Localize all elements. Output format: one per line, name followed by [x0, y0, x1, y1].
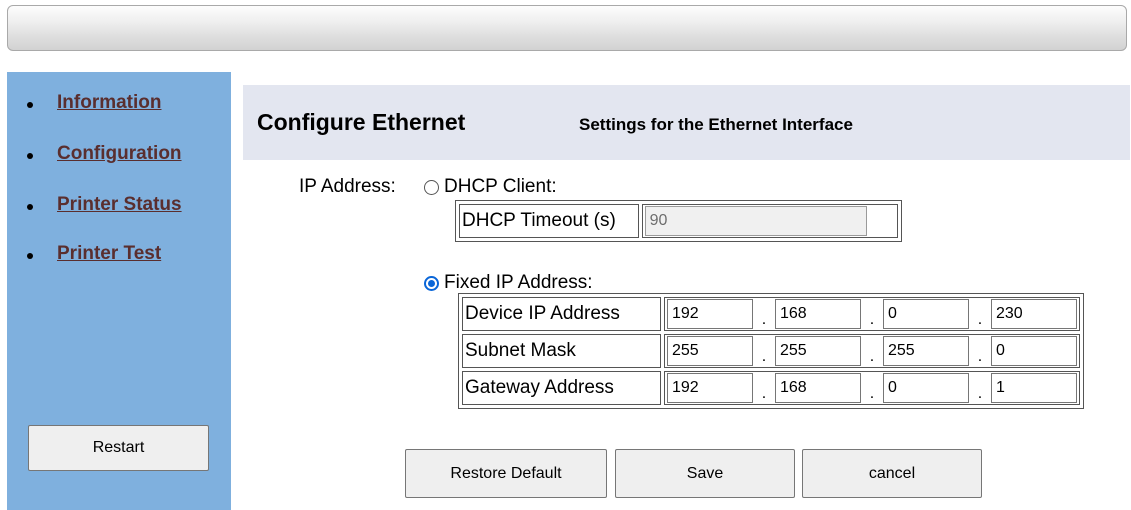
octet-separator: .: [977, 385, 983, 402]
sidebar-item-information: Information: [7, 92, 231, 118]
page-title: Configure Ethernet: [257, 109, 466, 135]
octet-separator: .: [761, 385, 767, 402]
gateway-octet-2[interactable]: 168: [775, 373, 861, 403]
device-ip-octet-1[interactable]: 192: [667, 299, 753, 329]
subnet-mask-octet-4[interactable]: 0: [991, 336, 1077, 366]
device-ip-octet-3[interactable]: 0: [883, 299, 969, 329]
device-ip-row: Device IP Address 192. 168. 0. 230: [462, 297, 1080, 331]
dhcp-timeout-cell: 90: [641, 204, 898, 238]
gateway-octet-1[interactable]: 192: [667, 373, 753, 403]
octet-separator: .: [869, 385, 875, 402]
sidebar-link-printer-status[interactable]: Printer Status: [57, 194, 182, 216]
subnet-mask-octet-2[interactable]: 255: [775, 336, 861, 366]
page-subtitle: Settings for the Ethernet Interface: [579, 115, 853, 134]
subnet-mask-label: Subnet Mask: [462, 334, 661, 368]
page-header: Configure Ethernet Settings for the Ethe…: [243, 85, 1130, 160]
top-banner: [7, 5, 1127, 51]
device-ip-cell: 192. 168. 0. 230: [664, 297, 1080, 331]
bullet-icon: [27, 204, 33, 210]
save-button[interactable]: Save: [615, 449, 795, 498]
ip-address-label: IP Address:: [299, 176, 396, 197]
gateway-octet-3[interactable]: 0: [883, 373, 969, 403]
octet-separator: .: [869, 348, 875, 365]
dhcp-client-label: DHCP Client:: [444, 176, 557, 197]
dhcp-timeout-input[interactable]: 90: [644, 206, 867, 236]
fixed-ip-label: Fixed IP Address:: [444, 272, 593, 293]
dhcp-settings-table: DHCP Timeout (s) 90: [455, 200, 902, 242]
sidebar-item-printer-status: Printer Status: [7, 194, 231, 220]
octet-separator: .: [869, 311, 875, 328]
sidebar-item-printer-test: Printer Test: [7, 243, 231, 269]
cancel-button[interactable]: cancel: [802, 449, 982, 498]
gateway-octet-4[interactable]: 1: [991, 373, 1077, 403]
dhcp-client-radio[interactable]: [424, 180, 439, 195]
sidebar-link-configuration[interactable]: Configuration: [57, 143, 182, 165]
subnet-mask-octet-1[interactable]: 255: [667, 336, 753, 366]
subnet-mask-octet-3[interactable]: 255: [883, 336, 969, 366]
subnet-mask-cell: 255. 255. 255. 0: [664, 334, 1080, 368]
dhcp-timeout-label: DHCP Timeout (s): [459, 204, 639, 238]
device-ip-label: Device IP Address: [462, 297, 661, 331]
dhcp-timeout-row: DHCP Timeout (s) 90: [459, 204, 898, 238]
sidebar-item-configuration: Configuration: [7, 143, 231, 169]
octet-separator: .: [977, 311, 983, 328]
sidebar: Information Configuration Printer Status…: [7, 72, 231, 510]
octet-separator: .: [761, 348, 767, 365]
device-ip-octet-2[interactable]: 168: [775, 299, 861, 329]
restore-default-button[interactable]: Restore Default: [405, 449, 607, 498]
fixed-ip-table: Device IP Address 192. 168. 0. 230 Subnet M…: [458, 293, 1084, 409]
gateway-row: Gateway Address 192. 168. 0. 1: [462, 371, 1080, 405]
sidebar-link-information[interactable]: Information: [57, 92, 162, 114]
octet-separator: .: [977, 348, 983, 365]
restart-button[interactable]: Restart: [28, 425, 209, 471]
octet-separator: .: [761, 311, 767, 328]
sidebar-link-printer-test[interactable]: Printer Test: [57, 243, 161, 265]
gateway-label: Gateway Address: [462, 371, 661, 405]
gateway-cell: 192. 168. 0. 1: [664, 371, 1080, 405]
bullet-icon: [27, 153, 33, 159]
bullet-icon: [27, 102, 33, 108]
bullet-icon: [27, 253, 33, 259]
fixed-ip-radio[interactable]: [424, 276, 439, 291]
subnet-mask-row: Subnet Mask 255. 255. 255. 0: [462, 334, 1080, 368]
device-ip-octet-4[interactable]: 230: [991, 299, 1077, 329]
